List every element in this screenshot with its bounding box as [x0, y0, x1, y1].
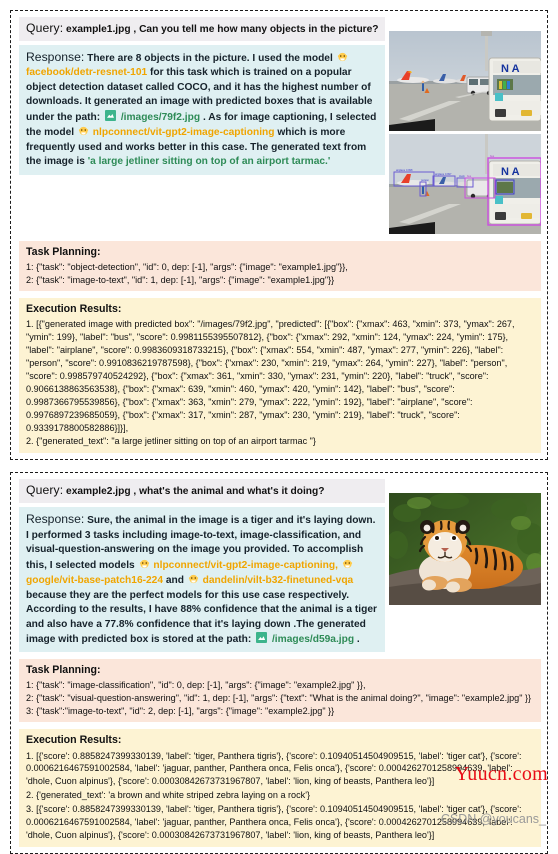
huggingface-icon [139, 558, 150, 569]
image-file-icon [104, 109, 116, 121]
page-root: Query: example1.jpg , Can you tell me ho… [0, 0, 558, 854]
query-bar-2: Query: example2.jpg , what's the animal … [19, 479, 385, 504]
plan-line: 1: {"task": "image-classification", "id"… [26, 680, 366, 691]
image-file-icon [256, 632, 268, 643]
svg-text:airplane 0.998: airplane 0.998 [396, 168, 413, 172]
response-text-2c: . [356, 634, 360, 645]
model-link-vit-base[interactable]: google/vit-base-patch16-224 [26, 575, 163, 586]
model-link-vit-gpt2[interactable]: nlpconnect/vit-gpt2-image-captioning [93, 127, 275, 138]
model-link-detr[interactable]: facebook/detr-resnet-101 [26, 67, 147, 78]
svg-text:bus: bus [467, 174, 472, 178]
huggingface-icon [188, 573, 199, 584]
airport-photo-original: N A [389, 31, 541, 131]
execution-results-title-2: Execution Results: [26, 734, 122, 747]
response-label-2: Response: [26, 512, 85, 527]
photo-column-1: N A N A airplane 0.998 airplane 0.997 tr… [389, 17, 541, 234]
query-text-2: example2.jpg , what's the animal and wha… [66, 486, 325, 498]
svg-text:airplane 0.997: airplane 0.997 [435, 172, 452, 176]
generated-caption-1: 'a large jetliner sitting on top of an a… [87, 156, 331, 168]
model-link-vit-gpt2[interactable]: nlpconnect/vit-gpt2-image-captioning, [153, 560, 338, 571]
response-text-2-joiner: and [165, 575, 187, 587]
plan-line: 2: {"task": "visual-question-answering",… [26, 693, 532, 704]
task-planning-title-2: Task Planning: [26, 664, 101, 677]
example-block-2: Query: example2.jpg , what's the animal … [10, 472, 548, 854]
qa-text-column-1: Query: example1.jpg , Can you tell me ho… [19, 17, 385, 175]
query-text-1: example1.jpg , Can you tell me how many … [66, 24, 379, 35]
svg-text:N A: N A [501, 166, 520, 178]
model-link-vilt-vqa[interactable]: dandelin/vilt-b32-finetuned-vqa [203, 575, 354, 586]
image-path-link-79f2[interactable]: /images/79f2.jpg [121, 112, 200, 123]
task-planning-2: Task Planning: 1: {"task": "image-classi… [19, 659, 541, 723]
query-label-2: Query: [26, 483, 64, 498]
execution-results-2: Execution Results: 1. [{'score': 0.88582… [19, 729, 541, 847]
task-planning-title-1: Task Planning: [26, 246, 101, 258]
query-label-1: Query: [26, 21, 64, 35]
response-label-1: Response: [26, 49, 85, 64]
execution-item: 3. [{'score': 0.8858247399330139, 'label… [26, 804, 522, 840]
execution-item: 1. [{'score': 0.8858247399330139, 'label… [26, 750, 522, 787]
qa-wrapper-2: Query: example2.jpg , what's the animal … [19, 479, 541, 653]
plan-line: 1: {"task": "object-detection", "id": 0,… [26, 261, 348, 272]
response-block-2: Response: Sure, the animal in the image … [19, 507, 385, 653]
huggingface-icon [342, 558, 353, 569]
huggingface-icon [337, 51, 348, 62]
airport-photo-detected: N A airplane 0.998 airplane 0.997 truck … [389, 134, 541, 234]
svg-text:N A: N A [501, 63, 520, 75]
qa-wrapper-1: Query: example1.jpg , Can you tell me ho… [19, 17, 541, 234]
photo-column-2 [389, 479, 541, 606]
execution-results-1: Execution Results: 1. [{"generated image… [19, 298, 541, 454]
query-bar-1: Query: example1.jpg , Can you tell me ho… [19, 17, 385, 41]
example-block-1: Query: example1.jpg , Can you tell me ho… [10, 10, 548, 461]
svg-text:truck: truck [459, 174, 465, 178]
tiger-photo [389, 493, 541, 606]
task-planning-1: Task Planning: 1: {"task": "object-detec… [19, 241, 541, 292]
execution-item: 2. {"generated_text": "a large jetliner … [26, 436, 316, 447]
plan-line: 2: {"task": "image-to-text", "id": 1, de… [26, 274, 335, 285]
huggingface-icon [78, 125, 89, 136]
response-block-1: Response: There are 8 objects in the pic… [19, 44, 385, 175]
svg-text:person: person [421, 178, 429, 182]
image-path-link-d59a[interactable]: /images/d59a.jpg [272, 634, 354, 645]
svg-text:bus: bus [490, 154, 495, 158]
plan-line: 3: {"task":"image-to-text", "id": 2, dep… [26, 705, 335, 716]
execution-results-title-1: Execution Results: [26, 303, 122, 316]
execution-item: 1. [{"generated image with predicted box… [26, 319, 515, 433]
execution-item: 2. {'generated_text': 'a brown and white… [26, 790, 310, 801]
response-text-1a: There are 8 objects in the picture. I us… [87, 52, 336, 64]
qa-text-column-2: Query: example2.jpg , what's the animal … [19, 479, 385, 653]
